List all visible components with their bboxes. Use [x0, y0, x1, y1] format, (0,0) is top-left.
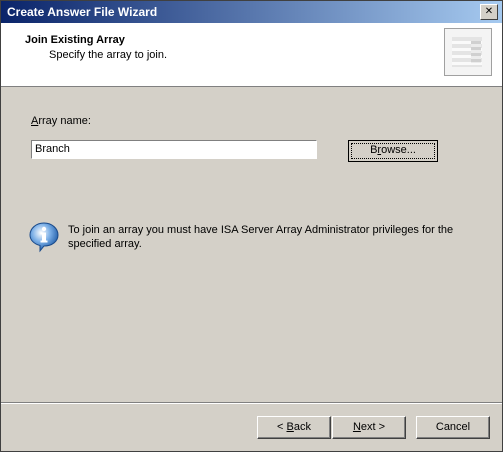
cancel-button[interactable]: Cancel — [416, 416, 490, 439]
wizard-banner-icon — [444, 28, 492, 76]
back-button[interactable]: < Back — [257, 416, 331, 439]
close-button[interactable]: ✕ — [480, 4, 498, 20]
next-button[interactable]: Next > — [332, 416, 406, 439]
browse-button[interactable]: Browse... — [348, 140, 438, 162]
wizard-window: Create Answer File Wizard ✕ Join Existin… — [0, 0, 503, 452]
title-bar[interactable]: Create Answer File Wizard ✕ — [1, 1, 502, 23]
footer-separator — [1, 402, 502, 404]
banner-icon-stripes-right — [471, 41, 481, 63]
close-icon: ✕ — [484, 6, 494, 17]
page-title: Join Existing Array — [25, 34, 125, 46]
array-name-label: Array name: — [31, 115, 91, 127]
window-title: Create Answer File Wizard — [7, 5, 158, 19]
wizard-header: Join Existing Array Specify the array to… — [1, 23, 502, 87]
info-message: To join an array you must have ISA Serve… — [68, 224, 454, 250]
page-subtitle: Specify the array to join. — [49, 49, 168, 61]
browse-button-label: Browse... — [370, 144, 416, 156]
array-name-input[interactable]: Branch — [31, 140, 317, 159]
info-icon — [29, 222, 59, 253]
